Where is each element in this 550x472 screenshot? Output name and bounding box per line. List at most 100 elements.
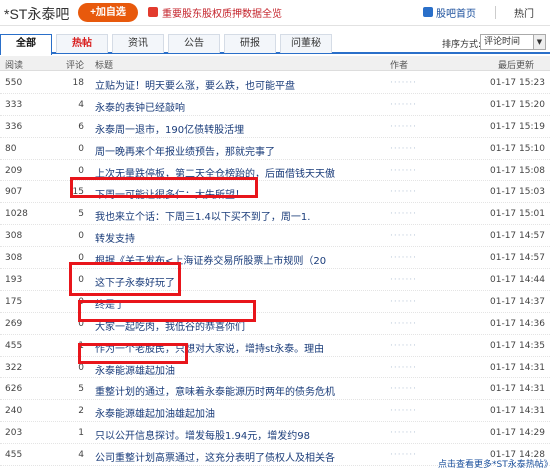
author-link[interactable]: ·······	[390, 428, 417, 438]
author-link[interactable]: ·······	[390, 122, 417, 132]
read-count: 336	[5, 121, 23, 132]
author-link[interactable]: ·······	[390, 341, 417, 351]
last-update-time: 01-17 15:20	[490, 99, 545, 110]
comment-count: 4	[78, 450, 84, 461]
read-count: 240	[5, 406, 23, 417]
post-title-link[interactable]: 永泰的表钟已经敲响	[95, 99, 185, 114]
read-count: 308	[5, 253, 23, 264]
sort-value: 评论时间	[484, 37, 521, 47]
comment-count: 5	[78, 384, 84, 395]
table-row: 80 0 周一晚再来个年报业绩预告，那就完事了 ······· 01-17 15…	[0, 138, 550, 160]
tab-all[interactable]: 全部	[0, 34, 52, 55]
read-count: 203	[5, 428, 23, 439]
table-row: 240 2 永泰能源雄起加油雄起加油 ······· 01-17 14:31	[0, 400, 550, 423]
table-row: 626 5 重整计划的通过，意味着永泰能源历时两年的债务危机 ······· 0…	[0, 378, 550, 401]
tab-announcements[interactable]: 公告	[168, 34, 220, 53]
author-link[interactable]: ·······	[390, 450, 417, 460]
sort-label: 排序方式:	[442, 40, 482, 50]
author-link[interactable]: ·······	[390, 297, 417, 307]
read-count: 175	[5, 296, 23, 307]
tab-hot[interactable]: 热帖	[56, 34, 108, 53]
last-update-time: 01-17 15:19	[490, 121, 545, 132]
highlight-box	[78, 300, 256, 322]
tab-news[interactable]: 资讯	[112, 34, 164, 53]
author-link[interactable]: ·······	[390, 231, 417, 241]
post-title-link[interactable]: 我也来立个话：下周三1.4以下买不到了，周一1.	[95, 208, 310, 223]
more-hot-posts-link[interactable]: 点击查看更多*ST永泰热帖》	[438, 457, 550, 470]
read-count: 626	[5, 384, 23, 395]
author-link[interactable]: ·······	[390, 363, 417, 373]
last-update-time: 01-17 14:57	[490, 231, 545, 242]
post-title-link[interactable]: 永泰周一退市，190亿债转股活埋	[95, 121, 244, 136]
comment-count: 0	[78, 362, 84, 373]
post-title-link[interactable]: 只以公开信息探讨。增发每股1.94元，增发约98	[95, 427, 310, 442]
post-title-link[interactable]: 周一晚再来个年报业绩预告，那就完事了	[95, 143, 275, 158]
tab-research[interactable]: 研报	[224, 34, 276, 53]
read-count: 193	[5, 275, 23, 286]
post-title-link[interactable]: 公司重整计划高票通过，这充分表明了债权人及相关各	[95, 449, 335, 464]
author-link[interactable]: ·······	[390, 187, 417, 197]
sort-select[interactable]: 评论时间 ▼	[480, 34, 546, 50]
read-count: 455	[5, 340, 23, 351]
last-update-time: 01-17 14:44	[490, 275, 545, 286]
author-link[interactable]: ·······	[390, 100, 417, 110]
highlight-box	[70, 177, 258, 198]
author-link[interactable]: ·······	[390, 253, 417, 263]
comment-count: 6	[78, 121, 84, 132]
last-update-time: 01-17 14:57	[490, 253, 545, 264]
read-count: 907	[5, 187, 23, 198]
last-update-time: 01-17 14:31	[490, 406, 545, 417]
tab-ask-secretary[interactable]: 问董秘	[280, 34, 332, 53]
column-author: 作者	[390, 61, 409, 71]
author-link[interactable]: ·······	[390, 166, 417, 176]
author-link[interactable]: ·······	[390, 319, 417, 329]
post-title-link[interactable]: 转发支持	[95, 230, 135, 245]
author-link[interactable]: ·······	[390, 275, 417, 285]
comment-count: 0	[78, 231, 84, 242]
table-row: 1028 5 我也来立个话：下周三1.4以下买不到了，周一1. ······· …	[0, 203, 550, 226]
comment-count: 18	[72, 78, 84, 88]
last-update-time: 01-17 14:29	[490, 428, 545, 439]
author-link[interactable]: ·······	[390, 384, 417, 394]
last-update-time: 01-17 15:01	[490, 209, 545, 220]
read-count: 333	[5, 99, 23, 110]
table-row: 203 1 只以公开信息探讨。增发每股1.94元，增发约98 ······· 0…	[0, 422, 550, 445]
last-update-time: 01-17 14:31	[490, 362, 545, 373]
post-title-link[interactable]: 立贴为证！明天要么涨，要么跌，也可能平盘	[95, 77, 295, 92]
forum-home-link[interactable]: 股吧首页	[436, 5, 476, 20]
read-count: 550	[5, 78, 23, 88]
column-title: 标题	[95, 61, 114, 71]
comment-count: 1	[78, 428, 84, 439]
highlight-box	[78, 343, 188, 364]
last-update-time: 01-17 14:36	[490, 318, 545, 329]
post-title-link[interactable]: 重整计划的通过，意味着永泰能源历时两年的债务危机	[95, 383, 335, 398]
post-title-link[interactable]: 永泰能源雄起加油雄起加油	[95, 405, 215, 420]
alert-icon	[148, 7, 158, 17]
comment-count: 2	[78, 406, 84, 417]
read-count: 308	[5, 231, 23, 242]
read-count: 322	[5, 362, 23, 373]
author-link[interactable]: ·······	[390, 209, 417, 219]
pledge-data-link[interactable]: 重要股东股权质押数据全览	[162, 5, 282, 20]
home-icon	[423, 7, 433, 17]
column-read: 阅读	[5, 61, 24, 71]
top-bar: *ST永泰吧 +加自选 重要股东股权质押数据全览 股吧首页 热门	[0, 0, 550, 26]
last-update-time: 01-17 14:35	[490, 340, 545, 351]
author-link[interactable]: ·······	[390, 144, 417, 154]
table-row: 336 6 永泰周一退市，190亿债转股活埋 ······· 01-17 15:…	[0, 116, 550, 138]
author-link[interactable]: ·······	[390, 78, 417, 88]
table-row: 308 0 转发支持 ······· 01-17 14:57	[0, 225, 550, 248]
chevron-down-icon: ▼	[533, 35, 545, 49]
last-update-time: 01-17 14:31	[490, 384, 545, 395]
highlight-box	[69, 262, 181, 296]
author-link[interactable]: ·······	[390, 406, 417, 416]
forum-title: *ST永泰吧	[4, 6, 70, 22]
hot-link[interactable]: 热门	[514, 5, 534, 20]
add-to-watchlist-button[interactable]: +加自选	[78, 3, 138, 22]
comment-count: 5	[78, 209, 84, 220]
table-row: 550 18 立贴为证！明天要么涨，要么跌，也可能平盘 ······· 01-1…	[0, 72, 550, 94]
read-count: 1028	[5, 209, 28, 220]
read-count: 80	[5, 143, 17, 154]
table-row: 333 4 永泰的表钟已经敲响 ······· 01-17 15:20	[0, 94, 550, 116]
last-update-time: 01-17 15:03	[490, 187, 545, 198]
